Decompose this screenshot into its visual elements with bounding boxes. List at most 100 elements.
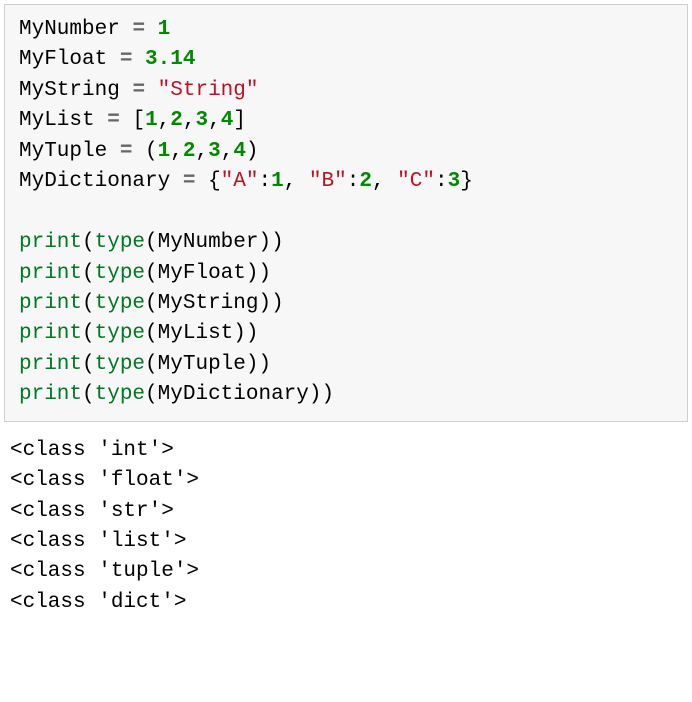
type-builtin: type (95, 231, 145, 254)
number-literal: 3 (448, 170, 461, 193)
comma: , (208, 109, 221, 132)
paren-open: ( (82, 383, 95, 406)
code-line-print-6: print(type(MyDictionary)) (19, 383, 334, 406)
number-literal: 1 (145, 109, 158, 132)
comma: , (284, 170, 297, 193)
comma: , (183, 109, 196, 132)
number-literal: 4 (221, 109, 234, 132)
comma: , (221, 140, 234, 163)
paren-open: ( (145, 231, 158, 254)
comma: , (372, 170, 385, 193)
output-block: <class 'int'> <class 'float'> <class 'st… (0, 426, 692, 629)
print-builtin: print (19, 262, 82, 285)
output-line: <class 'tuple'> (10, 560, 199, 583)
variable-name: MyString (19, 79, 120, 102)
variable-name: MyTuple (19, 140, 107, 163)
type-builtin: type (95, 292, 145, 315)
equals-operator: = (107, 109, 120, 132)
paren-close: ) (309, 383, 322, 406)
equals-operator: = (120, 140, 133, 163)
type-builtin: type (95, 383, 145, 406)
paren-close: ) (246, 353, 259, 376)
argument: MyTuple (158, 353, 246, 376)
paren-open: ( (145, 353, 158, 376)
comma: , (158, 109, 171, 132)
code-line-print-2: print(type(MyFloat)) (19, 262, 271, 285)
paren-open: ( (82, 353, 95, 376)
brace-open: { (208, 170, 221, 193)
bracket-close: ] (233, 109, 246, 132)
print-builtin: print (19, 353, 82, 376)
string-key: "C" (397, 170, 435, 193)
code-line-5: MyTuple = (1,2,3,4) (19, 140, 259, 163)
number-literal: 2 (183, 140, 196, 163)
number-literal: 2 (359, 170, 372, 193)
number-literal: 3 (196, 109, 209, 132)
code-line-3: MyString = "String" (19, 79, 258, 102)
print-builtin: print (19, 322, 82, 345)
paren-close: ) (233, 322, 246, 345)
output-line: <class 'float'> (10, 469, 199, 492)
code-line-6: MyDictionary = {"A":1, "B":2, "C":3} (19, 170, 473, 193)
number-literal: 1 (158, 18, 171, 41)
variable-name: MyFloat (19, 48, 107, 71)
variable-name: MyDictionary (19, 170, 170, 193)
print-builtin: print (19, 383, 82, 406)
paren-close: ) (246, 140, 259, 163)
code-line-print-1: print(type(MyNumber)) (19, 231, 284, 254)
paren-open: ( (145, 322, 158, 345)
string-key: "B" (309, 170, 347, 193)
argument: MyFloat (158, 262, 246, 285)
argument: MyList (158, 322, 234, 345)
code-line-print-3: print(type(MyString)) (19, 292, 284, 315)
type-builtin: type (95, 262, 145, 285)
paren-close: ) (271, 292, 284, 315)
paren-close: ) (246, 262, 259, 285)
output-line: <class 'list'> (10, 530, 186, 553)
code-line-4: MyList = [1,2,3,4] (19, 109, 246, 132)
string-literal: "String" (158, 79, 259, 102)
paren-close: ) (322, 383, 335, 406)
number-literal: 4 (233, 140, 246, 163)
comma: , (170, 140, 183, 163)
paren-open: ( (145, 140, 158, 163)
paren-open: ( (82, 322, 95, 345)
paren-open: ( (82, 262, 95, 285)
comma: , (195, 140, 208, 163)
argument: MyString (158, 292, 259, 315)
output-line: <class 'str'> (10, 500, 174, 523)
paren-close: ) (271, 231, 284, 254)
equals-operator: = (183, 170, 196, 193)
output-line: <class 'int'> (10, 439, 174, 462)
paren-open: ( (145, 292, 158, 315)
equals-operator: = (132, 79, 145, 102)
paren-close: ) (258, 292, 271, 315)
code-line-print-4: print(type(MyList)) (19, 322, 259, 345)
paren-open: ( (145, 383, 158, 406)
paren-close: ) (258, 262, 271, 285)
brace-close: } (460, 170, 473, 193)
variable-name: MyList (19, 109, 95, 132)
bracket-open: [ (132, 109, 145, 132)
paren-close: ) (246, 322, 259, 345)
code-block: MyNumber = 1 MyFloat = 3.14 MyString = "… (4, 4, 688, 422)
number-literal: 3 (208, 140, 221, 163)
equals-operator: = (120, 48, 133, 71)
paren-open: ( (82, 231, 95, 254)
string-key: "A" (221, 170, 259, 193)
type-builtin: type (95, 322, 145, 345)
print-builtin: print (19, 231, 82, 254)
code-line-2: MyFloat = 3.14 (19, 48, 195, 71)
colon: : (258, 170, 271, 193)
number-literal: 2 (170, 109, 183, 132)
variable-name: MyNumber (19, 18, 120, 41)
number-literal: 1 (271, 170, 284, 193)
number-literal: 3.14 (145, 48, 195, 71)
code-line-1: MyNumber = 1 (19, 18, 170, 41)
output-line: <class 'dict'> (10, 591, 186, 614)
argument: MyDictionary (158, 383, 309, 406)
print-builtin: print (19, 292, 82, 315)
paren-close: ) (258, 231, 271, 254)
paren-close: ) (258, 353, 271, 376)
colon: : (435, 170, 448, 193)
